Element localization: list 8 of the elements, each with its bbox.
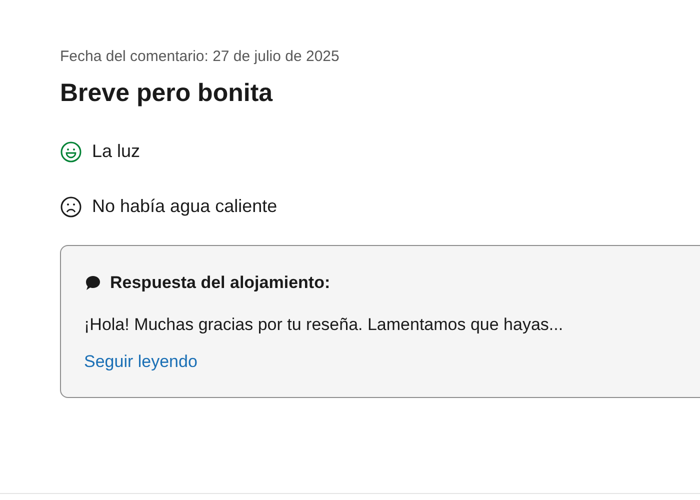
read-more-link[interactable]: Seguir leyendo: [84, 349, 198, 374]
speech-bubble-icon: [84, 274, 102, 292]
review-point-text: No había agua caliente: [92, 195, 278, 218]
response-heading: Respuesta del alojamiento:: [110, 272, 330, 294]
response-text: ¡Hola! Muchas gracias por tu reseña. Lamentamos que hayas...: [84, 314, 564, 336]
review-date: Fecha del comentario: 27 de julio de 2025: [60, 47, 340, 67]
review-title: Breve pero bonita: [60, 78, 274, 108]
review-point-text: La luz: [92, 140, 140, 163]
